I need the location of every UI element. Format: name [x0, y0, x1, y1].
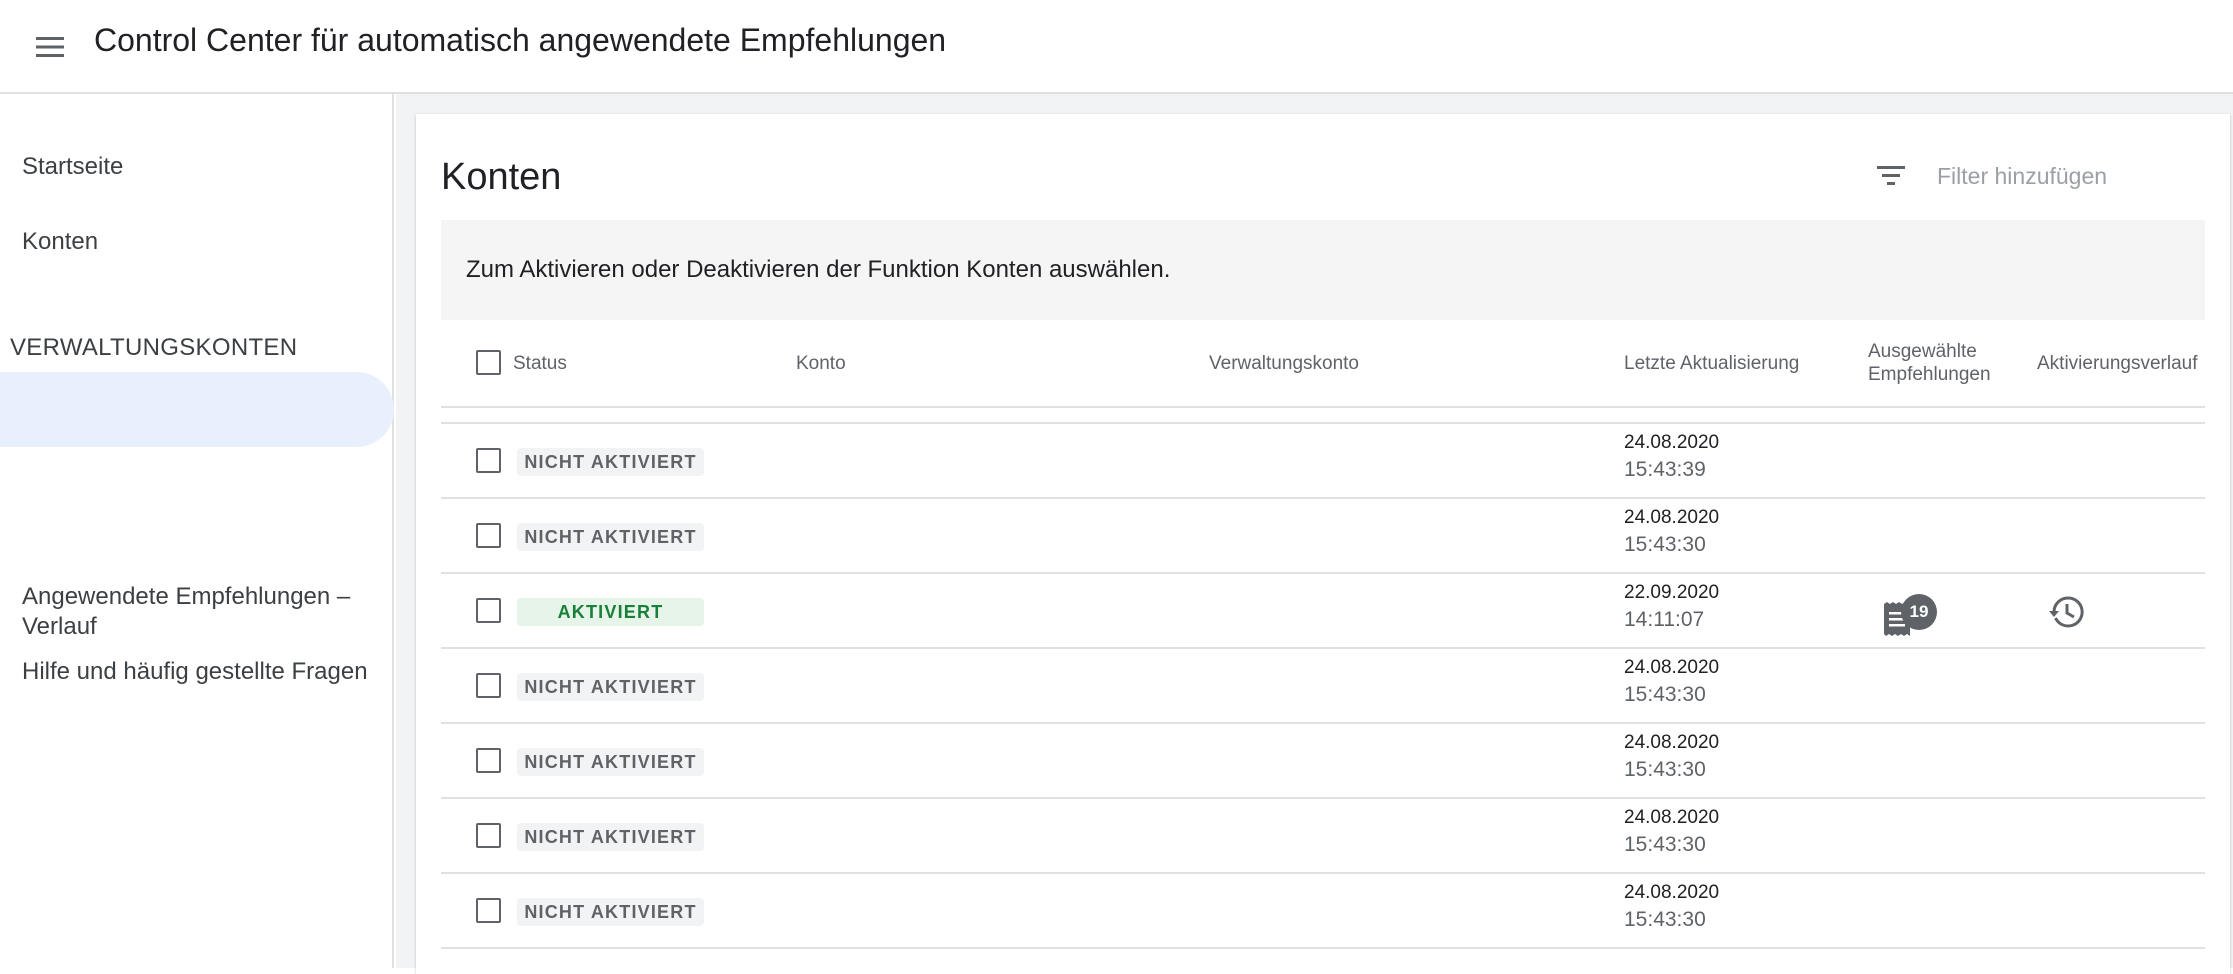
row-checkbox[interactable]	[476, 598, 501, 623]
main-content: Konten Zum Aktivieren oder Deaktivieren …	[396, 94, 2233, 974]
column-header-account[interactable]: Konto	[796, 352, 846, 375]
last-update-time: 15:43:30	[1624, 533, 1706, 556]
last-update-date: 22.09.2020	[1624, 582, 1720, 603]
last-update-date: 24.08.2020	[1624, 732, 1720, 753]
sidebar-item-selected-manager-account[interactable]	[0, 372, 394, 447]
table-body: NICHT AKTIVIERT 24.08.2020 15:43:39 NICH…	[441, 424, 2205, 949]
column-header-last-update[interactable]: Letzte Aktualisierung	[1624, 352, 1799, 375]
status-badge: NICHT AKTIVIERT	[517, 673, 704, 701]
sidebar-item-konten[interactable]: Konten	[22, 227, 372, 257]
info-banner: Zum Aktivieren oder Deaktivieren der Fun…	[441, 220, 2205, 320]
last-update-time: 14:11:07	[1624, 608, 1705, 631]
row-checkbox[interactable]	[476, 523, 501, 548]
last-update-time: 15:43:30	[1624, 908, 1706, 931]
accounts-card: Konten Zum Aktivieren oder Deaktivieren …	[416, 114, 2230, 974]
table-row[interactable]: NICHT AKTIVIERT 24.08.2020 15:43:39	[441, 424, 2205, 499]
sidebar-item-applied-history[interactable]: Angewendete Empfehlungen – Verlauf	[22, 582, 372, 642]
sidebar: Startseite Konten VERWALTUNGSKONTEN Ange…	[0, 94, 394, 968]
column-header-selected-line1: Ausgewählte	[1868, 341, 1977, 362]
table-row[interactable]: NICHT AKTIVIERT 24.08.2020 15:43:30	[441, 799, 2205, 874]
last-update-time: 15:43:30	[1624, 833, 1706, 856]
last-update-date: 24.08.2020	[1624, 507, 1720, 528]
table-row[interactable]: AKTIVIERT 22.09.2020 14:11:07 19	[441, 574, 2205, 649]
table-row[interactable]: NICHT AKTIVIERT 24.08.2020 15:43:30	[441, 874, 2205, 949]
column-header-selected-recommendations[interactable]: Ausgewählte Empfehlungen	[1868, 340, 1991, 386]
row-checkbox[interactable]	[476, 448, 501, 473]
table-row[interactable]: NICHT AKTIVIERT 24.08.2020 15:43:30	[441, 499, 2205, 574]
table-header: Status Konto Verwaltungskonto Letzte Akt…	[441, 320, 2205, 408]
selected-recommendations-button[interactable]: 19	[1882, 594, 1942, 638]
status-badge: NICHT AKTIVIERT	[517, 898, 704, 926]
last-update-time: 15:43:39	[1624, 458, 1706, 481]
filter-icon[interactable]	[1873, 157, 1909, 193]
menu-icon[interactable]	[34, 34, 66, 60]
status-badge-active: AKTIVIERT	[517, 598, 704, 626]
sidebar-item-startseite[interactable]: Startseite	[22, 152, 372, 182]
row-checkbox[interactable]	[476, 673, 501, 698]
last-update-time: 15:43:30	[1624, 683, 1706, 706]
column-header-activation-history[interactable]: Aktivierungsverlauf	[2037, 352, 2198, 375]
app-title: Control Center für automatisch angewende…	[94, 22, 947, 58]
page-title: Konten	[441, 156, 562, 198]
last-update-time: 15:43:30	[1624, 758, 1706, 781]
recommendations-count-badge: 19	[1901, 594, 1937, 630]
column-header-selected-line2: Empfehlungen	[1868, 364, 1991, 385]
last-update-date: 24.08.2020	[1624, 432, 1720, 453]
top-app-bar: Control Center für automatisch angewende…	[0, 0, 2233, 94]
last-update-date: 24.08.2020	[1624, 882, 1720, 903]
sidebar-item-help-faq[interactable]: Hilfe und häufig gestellte Fragen	[22, 657, 372, 687]
select-all-checkbox[interactable]	[476, 350, 501, 375]
sidebar-section-header: VERWALTUNGSKONTEN	[10, 334, 298, 361]
column-header-manager-account[interactable]: Verwaltungskonto	[1209, 352, 1359, 375]
row-checkbox[interactable]	[476, 748, 501, 773]
status-badge: NICHT AKTIVIERT	[517, 523, 704, 551]
table-row[interactable]: NICHT AKTIVIERT 24.08.2020 15:43:30	[441, 649, 2205, 724]
last-update-date: 24.08.2020	[1624, 807, 1720, 828]
history-icon[interactable]	[2049, 594, 2085, 630]
row-checkbox[interactable]	[476, 823, 501, 848]
info-banner-text: Zum Aktivieren oder Deaktivieren der Fun…	[466, 256, 1171, 283]
table-row[interactable]: NICHT AKTIVIERT 24.08.2020 15:43:30	[441, 724, 2205, 799]
status-badge: NICHT AKTIVIERT	[517, 448, 704, 476]
column-header-status[interactable]: Status	[513, 352, 567, 375]
filter-input[interactable]	[1937, 156, 2187, 196]
last-update-date: 24.08.2020	[1624, 657, 1720, 678]
row-checkbox[interactable]	[476, 898, 501, 923]
status-badge: NICHT AKTIVIERT	[517, 748, 704, 776]
status-badge: NICHT AKTIVIERT	[517, 823, 704, 851]
